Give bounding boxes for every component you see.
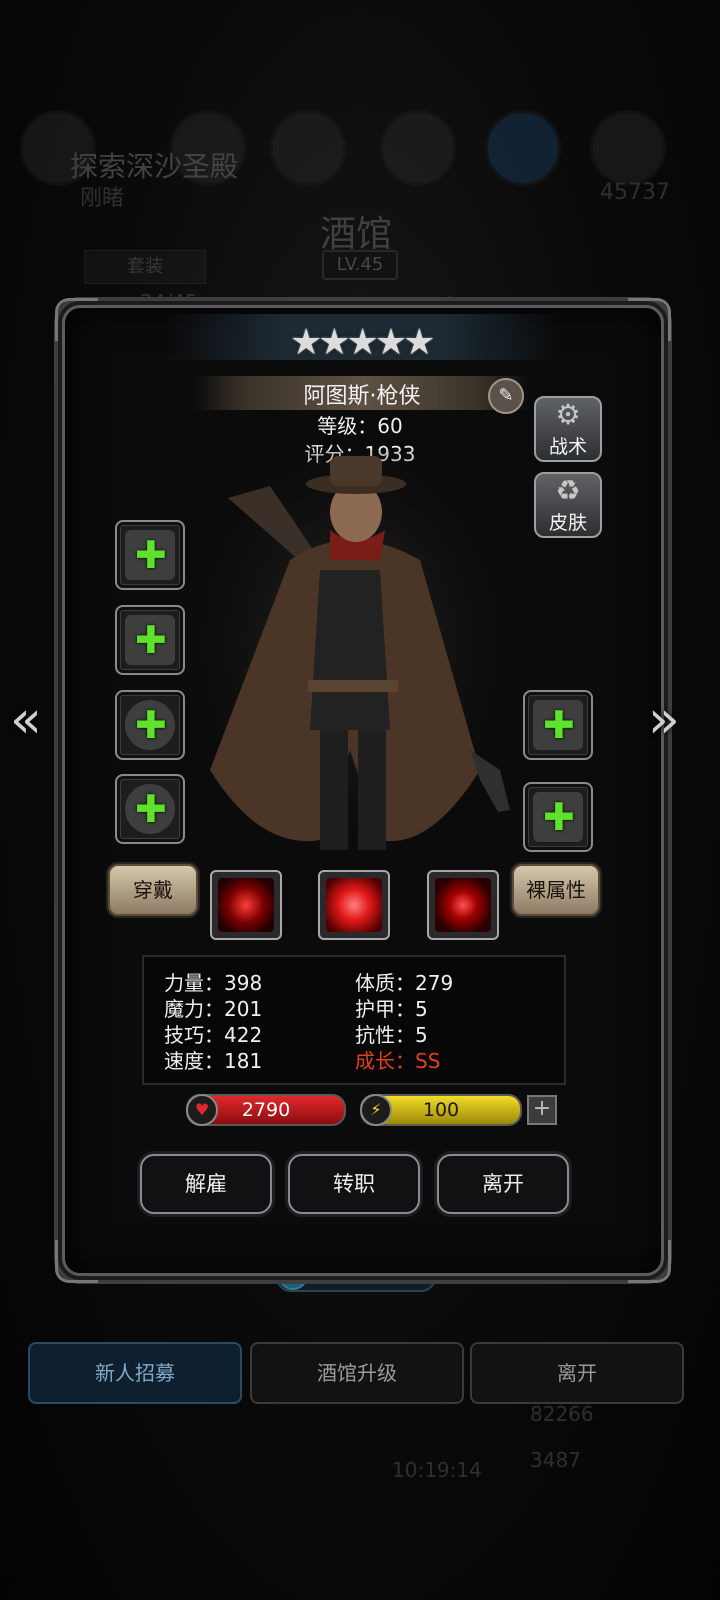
stats-right-column: 体质：279 护甲：5 抗性：5 成长：SS [355,970,453,1074]
heart-icon: ♥ [186,1094,218,1126]
plus-icon: + [532,1096,552,1121]
stat-constitution: 体质：279 [355,971,454,995]
tactics-button[interactable]: ⚙ 战术 [534,396,602,462]
hero-name: 阿图斯·枪侠 [303,384,421,409]
bg-menu-icon [590,110,666,186]
target-skill-icon [435,878,491,932]
equip-slot-accessory-1[interactable]: ✚ [115,690,185,760]
skill-slot-1[interactable] [210,870,282,940]
bg-quest-sub: 刚睹 [80,186,125,211]
plus-icon: ✚ [135,533,167,577]
bg-clock: 10:19:14 [392,1458,482,1482]
prev-hero-button[interactable]: « [10,690,42,750]
recruit-button[interactable]: 新人招募 [28,1342,242,1404]
rarity-stars: ★★★★★ [290,322,435,363]
tavern-leave-button[interactable]: 离开 [470,1342,684,1404]
bg-menu-icon [270,110,346,186]
add-energy-button[interactable]: + [527,1095,557,1125]
skin-label: 皮肤 [548,512,587,534]
next-hero-button[interactable]: » [648,690,680,750]
hero-portrait [180,450,520,880]
plus-icon: ✚ [543,795,575,839]
stat-strength: 力量：398 [164,971,263,995]
tavern-upgrade-button[interactable]: 酒馆升级 [250,1342,464,1404]
bg-menu-icon [485,110,561,186]
wear-button[interactable]: 穿戴 [108,864,198,916]
edit-icon: ✎ [498,385,514,406]
chevron-left-icon: « [10,690,42,750]
bg-tavern-level: LV.45 [322,250,398,280]
frame-corner-tr [628,298,671,341]
bg-quest-title: 探索深沙圣殿 [70,150,239,183]
skill-slot-2[interactable] [318,870,390,940]
frame-corner-tl [55,298,98,341]
skin-button[interactable]: ♻ 皮肤 [534,472,602,538]
chevron-right-icon: » [648,690,680,750]
gear-icon: ⚙ [555,398,581,431]
equip-slot-rune-1[interactable]: ✚ [523,690,593,760]
bg-tab-set: 套装 [84,250,206,284]
swirl-skill-icon [326,878,382,932]
dismiss-button[interactable]: 解雇 [140,1154,272,1214]
lightning-icon: ⚡ [360,1094,392,1126]
equip-slot-rune-2[interactable]: ✚ [523,782,593,852]
stat-resistance: 抗性：5 [355,1023,428,1047]
skill-slot-3[interactable] [427,870,499,940]
equip-slot-armor[interactable]: ✚ [115,605,185,675]
rename-button[interactable]: ✎ [488,378,524,414]
bg-resource-gold: 82266 [530,1402,594,1426]
transfer-class-button[interactable]: 转职 [288,1154,420,1214]
hero-level: 等级：60 [317,414,403,438]
stat-skill: 技巧：422 [164,1023,263,1047]
stat-armor: 护甲：5 [355,997,428,1021]
plus-icon: ✚ [543,703,575,747]
equip-slot-accessory-2[interactable]: ✚ [115,774,185,844]
bare-attributes-button[interactable]: 裸属性 [512,864,600,916]
bg-resource-gem: 3487 [530,1448,581,1472]
bg-right-number: 45737 [600,180,670,205]
skin-swap-icon: ♻ [555,474,581,507]
frame-corner-bl [55,1240,98,1283]
crosshair-skill-icon [218,878,274,932]
frame-corner-br [628,1240,671,1283]
equip-slot-weapon[interactable]: ✚ [115,520,185,590]
plus-icon: ✚ [135,618,167,662]
leave-button[interactable]: 离开 [437,1154,569,1214]
stat-magic: 魔力：201 [164,997,263,1021]
bg-menu-icon [380,110,456,186]
stats-left-column: 力量：398 魔力：201 技巧：422 速度：181 [164,970,262,1074]
stat-growth: 成长：SS [355,1049,441,1073]
plus-icon: ✚ [135,703,167,747]
plus-icon: ✚ [135,787,167,831]
stat-speed: 速度：181 [164,1049,263,1073]
tactics-label: 战术 [548,436,587,458]
